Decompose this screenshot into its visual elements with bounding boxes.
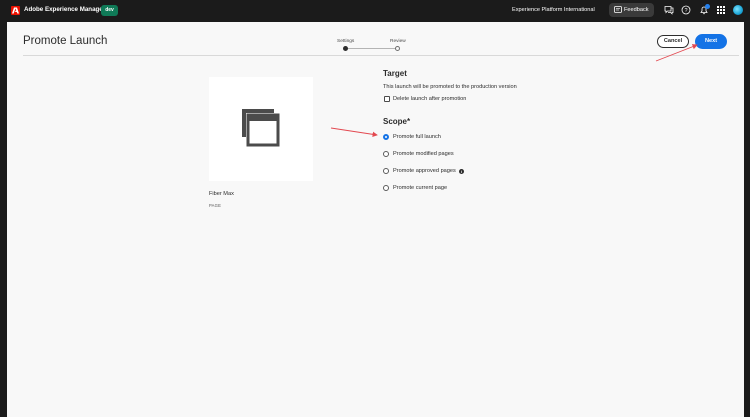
step-review-indicator — [395, 46, 400, 51]
apps-grid-icon[interactable] — [716, 5, 726, 15]
user-avatar[interactable] — [733, 5, 743, 15]
item-type: PAGE — [209, 203, 222, 208]
chat-icon[interactable] — [664, 5, 674, 15]
top-bar: Adobe Experience Manager dev Experience … — [0, 0, 750, 22]
svg-text:?: ? — [684, 8, 687, 14]
info-icon[interactable]: i — [459, 169, 464, 174]
promote-approved-pages-radio[interactable] — [383, 168, 389, 174]
target-description: This launch will be promoted to the prod… — [383, 84, 517, 90]
step-settings-indicator — [343, 46, 348, 51]
item-name: Fiber Max — [209, 191, 234, 197]
feedback-button[interactable]: Feedback — [609, 3, 654, 17]
header-divider — [23, 55, 739, 56]
notification-badge — [705, 4, 710, 9]
feedback-label: Feedback — [624, 7, 649, 13]
organization-switcher[interactable]: Experience Platform International — [512, 7, 595, 13]
target-heading: Target — [383, 69, 407, 78]
promote-current-page-radio[interactable] — [383, 185, 389, 191]
delete-launch-label[interactable]: Delete launch after promotion — [393, 96, 466, 102]
page-title: Promote Launch — [23, 35, 108, 47]
help-icon[interactable]: ? — [681, 5, 691, 15]
cancel-button[interactable]: Cancel — [657, 35, 689, 48]
promote-full-launch-label[interactable]: Promote full launch — [393, 134, 441, 140]
app-title[interactable]: Adobe Experience Manager — [24, 6, 105, 13]
feedback-icon — [614, 6, 622, 13]
wizard-panel: Promote Launch Settings Review Cancel Ne… — [7, 22, 744, 417]
promote-modified-pages-radio[interactable] — [383, 151, 389, 157]
step-connector — [345, 48, 397, 49]
promote-full-launch-radio[interactable] — [383, 134, 389, 140]
pages-icon — [242, 109, 280, 147]
delete-launch-checkbox[interactable] — [384, 96, 390, 102]
step-settings-label: Settings — [337, 39, 355, 44]
step-review-label: Review — [390, 39, 406, 44]
adobe-logo-icon[interactable] — [11, 6, 20, 15]
promote-current-page-label[interactable]: Promote current page — [393, 185, 447, 191]
promote-modified-pages-label[interactable]: Promote modified pages — [393, 151, 454, 157]
next-button[interactable]: Next — [695, 34, 727, 49]
page-thumbnail — [209, 77, 313, 181]
scope-heading: Scope* — [383, 117, 411, 126]
promote-approved-pages-label[interactable]: Promote approved pages — [393, 168, 456, 174]
environment-badge: dev — [101, 5, 118, 16]
